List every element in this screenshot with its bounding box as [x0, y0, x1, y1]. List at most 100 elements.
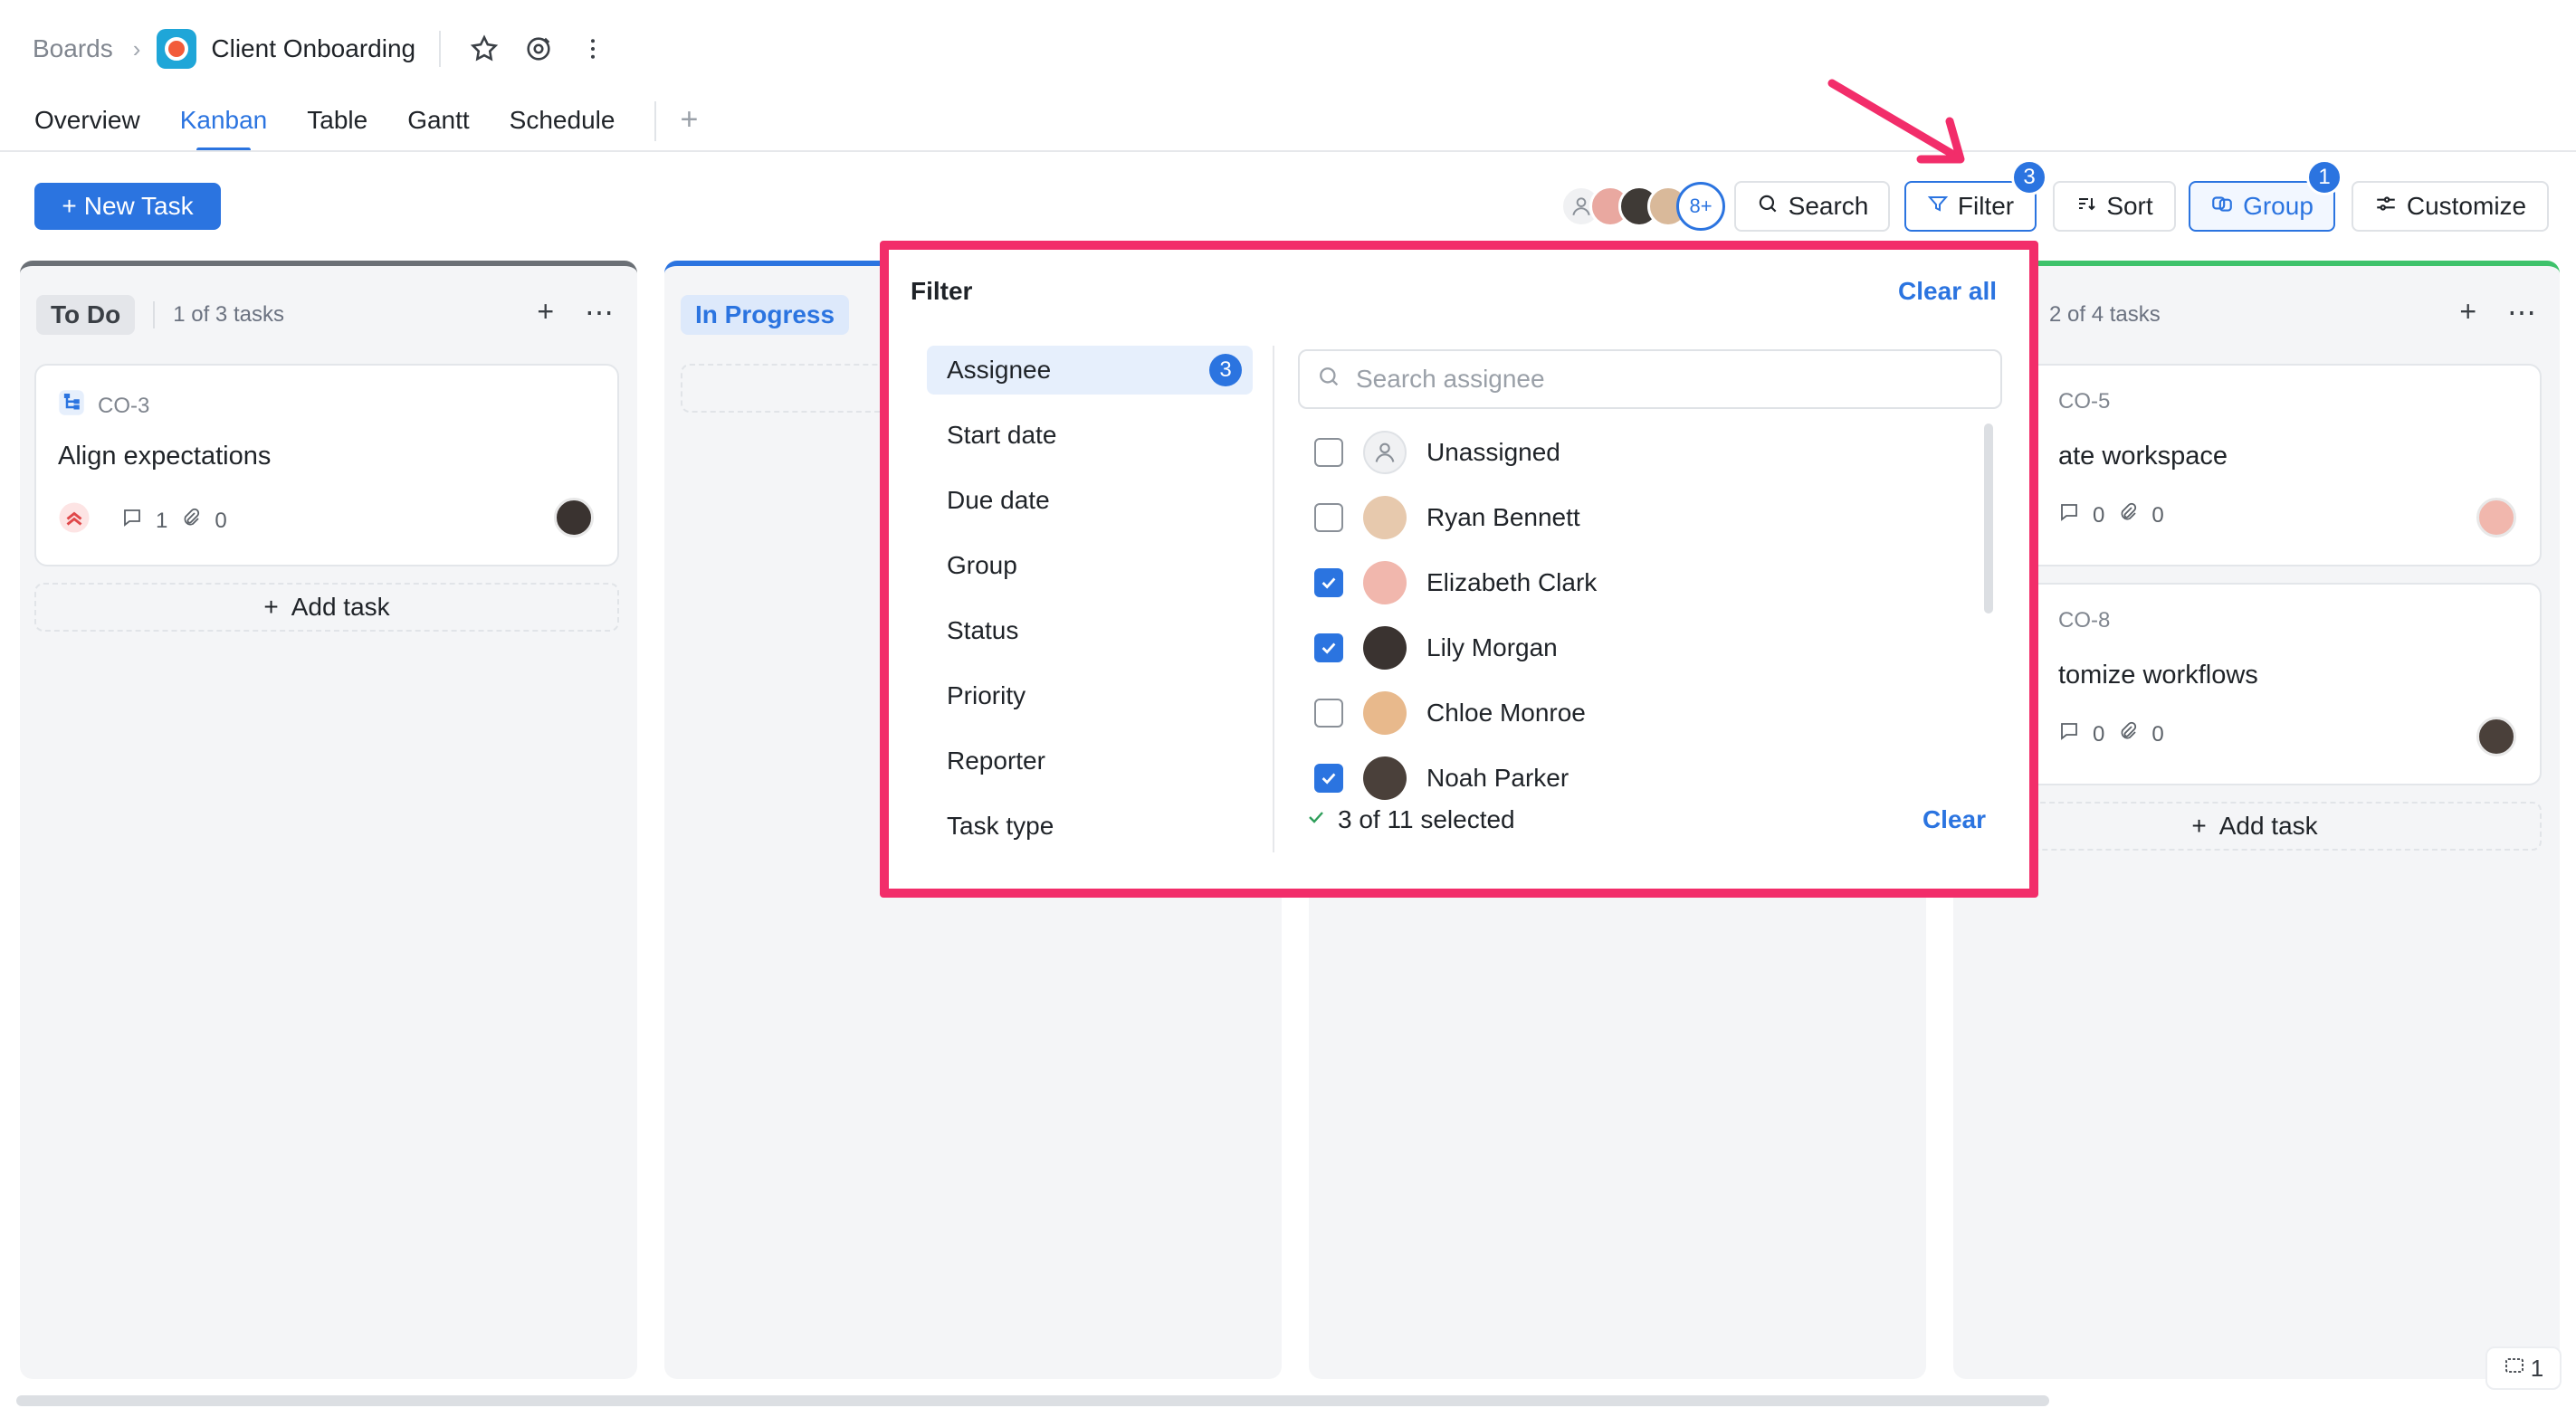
task-title: tomize workflows	[2058, 661, 2258, 690]
task-card[interactable]: CO-5 ate workspace 0 0	[1968, 364, 2542, 566]
assignee-avatar-stack[interactable]: 8+	[1560, 181, 1725, 232]
more-horizontal-icon[interactable]: ⋯	[2507, 295, 2536, 329]
checkbox[interactable]	[1314, 503, 1343, 532]
assignee-option-unassigned[interactable]: Unassigned	[1314, 425, 1984, 480]
task-meta: 0 0	[2058, 720, 2164, 748]
filter-field-start-date[interactable]: Start date	[927, 411, 1253, 460]
customize-button[interactable]: Customize	[2352, 181, 2549, 232]
assignee-avatar[interactable]	[2476, 498, 2516, 538]
selection-summary: 3 of 11 selected	[1305, 805, 1515, 834]
view-tabs: Overview Kanban Table Gantt Schedule +	[34, 101, 698, 152]
checkbox-checked[interactable]	[1314, 764, 1343, 793]
filter-field-list: Assignee 3 Start date Due date Group Sta…	[927, 346, 1253, 867]
clear-all-button[interactable]: Clear all	[1898, 277, 1997, 306]
task-count: 2 of 4 tasks	[2049, 302, 2161, 327]
filter-popover: Filter Clear all Assignee 3 Start date D…	[880, 241, 2038, 898]
add-view-icon[interactable]: +	[680, 101, 698, 152]
sort-label: Sort	[2106, 192, 2153, 220]
filter-title: Filter	[911, 277, 973, 305]
filter-field-task-type[interactable]: Task type	[927, 802, 1253, 851]
search-label: Search	[1788, 192, 1869, 220]
filter-field-due-date[interactable]: Due date	[927, 476, 1253, 525]
group-label: Group	[2243, 192, 2314, 220]
field-count-badge: 3	[1209, 354, 1242, 386]
add-task-placeholder[interactable]	[681, 364, 898, 413]
tab-kanban[interactable]: Kanban	[180, 101, 267, 152]
comment-count: 0	[2093, 502, 2105, 528]
option-label: Lily Morgan	[1426, 633, 1558, 661]
assignee-avatar[interactable]	[554, 498, 594, 538]
divider	[654, 101, 657, 141]
filter-field-priority[interactable]: Priority	[927, 671, 1253, 720]
comment-icon	[2058, 501, 2080, 529]
sort-button[interactable]: Sort	[2053, 181, 2176, 232]
assignee-option[interactable]: Elizabeth Clark	[1314, 556, 1984, 610]
option-label: Ryan Bennett	[1426, 503, 1580, 531]
comment-icon	[121, 507, 143, 535]
annotation-arrow-icon	[1827, 79, 1965, 164]
search-button[interactable]: Search	[1734, 181, 1890, 232]
option-label: Elizabeth Clark	[1426, 568, 1598, 596]
board-title: Client Onboarding	[211, 34, 416, 62]
tab-table[interactable]: Table	[307, 101, 367, 152]
more-vertical-icon[interactable]	[575, 31, 611, 67]
checkbox-checked[interactable]	[1314, 568, 1343, 597]
assignee-avatar[interactable]	[2476, 717, 2516, 756]
assignee-option[interactable]: Chloe Monroe	[1314, 686, 1984, 740]
option-list-scrollbar[interactable]	[1984, 423, 1993, 614]
kanban-column-done: 2 of 4 tasks + ⋯ CO-5 ate workspace 0 0 …	[1953, 261, 2560, 1379]
search-assignee-box	[1298, 349, 2002, 409]
add-task-plus-icon[interactable]: +	[2459, 295, 2476, 329]
attachment-count: 0	[2151, 721, 2164, 747]
column-actions: + ⋯	[537, 295, 614, 329]
option-label: Noah Parker	[1426, 764, 1569, 792]
task-key: CO-3	[58, 389, 149, 423]
task-meta: 1 0	[58, 501, 227, 540]
checkbox[interactable]	[1314, 438, 1343, 467]
task-key-text: CO-8	[2058, 608, 2111, 633]
star-icon[interactable]	[466, 31, 502, 67]
tab-gantt[interactable]: Gantt	[407, 101, 469, 152]
add-task-button[interactable]: + Add task	[34, 583, 619, 632]
paperclip-icon	[180, 507, 202, 535]
filter-field-assignee[interactable]: Assignee 3	[927, 346, 1253, 395]
task-card[interactable]: CO-8 tomize workflows 0 0	[1968, 583, 2542, 785]
collapsed-count: 1	[2530, 1354, 2544, 1382]
checkbox[interactable]	[1314, 699, 1343, 728]
filter-icon	[1927, 192, 1949, 221]
avatar	[1363, 691, 1407, 735]
unassigned-avatar-icon	[1363, 431, 1407, 474]
checkbox-checked[interactable]	[1314, 633, 1343, 662]
priority-high-icon	[58, 501, 91, 540]
assignee-option[interactable]: Noah Parker	[1314, 751, 1984, 805]
tab-schedule[interactable]: Schedule	[510, 101, 615, 152]
task-card[interactable]: CO-3 Align expectations 1 0	[34, 364, 619, 566]
divider	[1273, 346, 1274, 852]
collapsed-columns-button[interactable]: 1	[2485, 1346, 2562, 1390]
add-task-button[interactable]: + Add task	[1968, 802, 2542, 851]
assignee-option[interactable]: Lily Morgan	[1314, 621, 1984, 675]
assignee-option[interactable]: Ryan Bennett	[1314, 490, 1984, 545]
task-title: Align expectations	[58, 442, 272, 471]
clear-button[interactable]: Clear	[1922, 805, 1986, 834]
header-divider	[0, 150, 2576, 152]
search-assignee-input[interactable]	[1356, 365, 1971, 394]
filter-field-status[interactable]: Status	[927, 606, 1253, 655]
watch-icon[interactable]	[520, 31, 557, 67]
task-key-text: CO-3	[98, 393, 150, 418]
plus-icon: +	[62, 192, 77, 220]
add-task-label: Add task	[291, 593, 390, 621]
more-horizontal-icon[interactable]: ⋯	[585, 295, 614, 329]
add-task-plus-icon[interactable]: +	[537, 295, 554, 329]
horizontal-scrollbar[interactable]	[16, 1395, 2049, 1406]
group-count-badge: 1	[2306, 159, 2342, 195]
filter-count-badge: 3	[2011, 159, 2047, 195]
chevron-right-icon: ›	[132, 34, 141, 62]
tab-overview[interactable]: Overview	[34, 101, 140, 152]
breadcrumb-boards-link[interactable]: Boards	[33, 34, 113, 63]
filter-field-reporter[interactable]: Reporter	[927, 737, 1253, 785]
new-task-button[interactable]: + New Task	[34, 183, 221, 230]
check-icon	[1305, 805, 1327, 834]
avatar	[1363, 561, 1407, 604]
filter-field-group[interactable]: Group	[927, 541, 1253, 590]
